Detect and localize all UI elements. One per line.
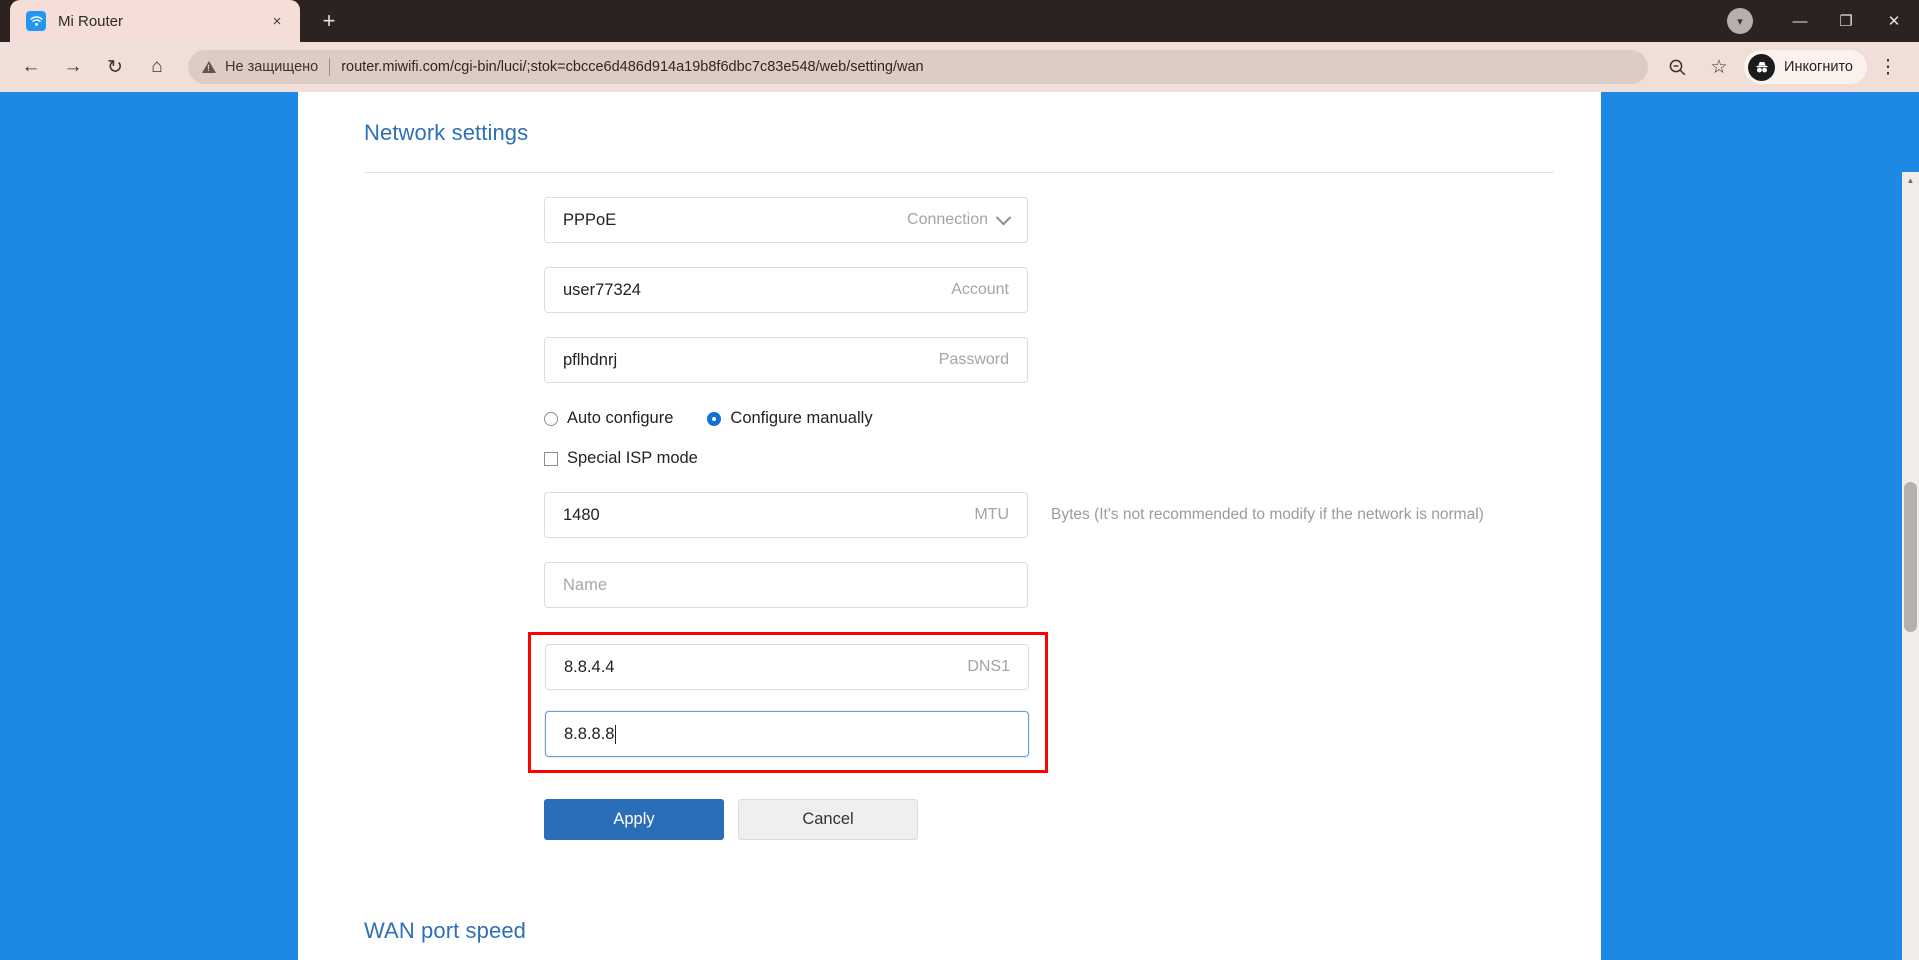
password-label: Password — [938, 351, 1009, 368]
update-available-icon[interactable]: ▾ — [1727, 8, 1753, 34]
zoom-icon[interactable] — [1660, 50, 1694, 84]
close-window-button[interactable]: ✕ — [1869, 0, 1919, 42]
section-divider — [364, 172, 1554, 173]
mtu-label: MTU — [974, 506, 1009, 523]
reload-icon[interactable]: ↻ — [98, 50, 132, 84]
radio-configure-manually[interactable]: Configure manually — [707, 409, 873, 428]
mtu-hint-text: Bytes (It's not recommended to modify if… — [1051, 506, 1484, 523]
page-content: Network settings PPPoE Connection user77… — [364, 92, 1554, 960]
password-input[interactable]: pflhdnrj Password — [544, 337, 1028, 383]
chevron-down-icon — [995, 209, 1012, 225]
browser-titlebar: Mi Router × + ▾ — ❐ ✕ — [0, 0, 1919, 42]
dns1-value: 8.8.4.4 — [564, 657, 615, 676]
not-secure-warning-icon — [202, 61, 216, 73]
radio-auto-configure-label: Auto configure — [567, 409, 674, 427]
tab-title: Mi Router — [58, 12, 124, 30]
service-name-input[interactable]: Name — [544, 562, 1028, 608]
radio-configure-manually-control[interactable] — [707, 411, 722, 426]
connection-type-select[interactable]: PPPoE Connection — [544, 197, 1028, 243]
network-settings-form: PPPoE Connection user77324 Account pflhd… — [364, 197, 1554, 840]
incognito-profile-button[interactable]: Инкогнито — [1744, 50, 1867, 84]
home-icon[interactable]: ⌂ — [140, 50, 174, 84]
minimize-button[interactable]: — — [1777, 0, 1823, 42]
form-actions: Apply Cancel — [544, 799, 1554, 840]
dns1-label: DNS1 — [967, 658, 1010, 675]
wan-port-speed-section: WAN port speed Auto (recommended) Speed — [364, 890, 1554, 960]
special-isp-mode-control[interactable] — [544, 451, 558, 466]
apply-button[interactable]: Apply — [544, 799, 724, 840]
password-value: pflhdnrj — [563, 350, 618, 369]
wifi-icon — [26, 11, 46, 31]
router-page-card: Network settings PPPoE Connection user77… — [298, 92, 1601, 960]
omnibox-divider — [329, 58, 331, 76]
dns2-input[interactable]: 8.8.8.8 — [545, 711, 1029, 757]
url-text: router.miwifi.com/cgi-bin/luci/;stok=cbc… — [341, 59, 924, 75]
scroll-up-icon[interactable]: ▲ — [1902, 172, 1919, 189]
account-input[interactable]: user77324 Account — [544, 267, 1028, 313]
text-caret — [615, 724, 617, 744]
address-bar[interactable]: Не защищено router.miwifi.com/cgi-bin/lu… — [188, 50, 1649, 84]
account-label: Account — [951, 281, 1009, 298]
dns2-value: 8.8.8.8 — [564, 724, 615, 743]
browser-menu-icon[interactable]: ⋮ — [1871, 50, 1905, 84]
mtu-value: 1480 — [563, 505, 600, 524]
scrollbar-thumb[interactable] — [1904, 482, 1917, 632]
back-icon[interactable]: ← — [14, 50, 48, 84]
browser-window: Mi Router × + ▾ — ❐ ✕ ← → ↻ ⌂ Не защищен… — [0, 0, 1919, 960]
wan-port-speed-title: WAN port speed — [364, 918, 526, 943]
cancel-button[interactable]: Cancel — [738, 799, 918, 840]
security-status-label: Не защищено — [225, 59, 319, 75]
page-scrollbar[interactable]: ▲ ▼ — [1902, 172, 1919, 960]
window-controls: ▾ — ❐ ✕ — [1727, 0, 1919, 42]
dns1-input[interactable]: 8.8.4.4 DNS1 — [545, 644, 1029, 690]
connection-type-label: Connection — [907, 209, 1012, 229]
service-name-placeholder: Name — [563, 575, 608, 594]
dns-highlight-box: 8.8.4.4 DNS1 8.8.8.8 — [528, 632, 1048, 773]
special-isp-mode-checkbox[interactable]: Special ISP mode — [544, 449, 1554, 468]
maximize-button[interactable]: ❐ — [1823, 0, 1869, 42]
forward-icon[interactable]: → — [56, 50, 90, 84]
config-mode-radio-group: Auto configure Configure manually — [544, 409, 1554, 428]
tab-close-icon[interactable]: × — [264, 8, 290, 34]
profile-name-label: Инкогнито — [1784, 59, 1853, 75]
bookmark-star-icon[interactable]: ☆ — [1702, 50, 1736, 84]
browser-toolbar: ← → ↻ ⌂ Не защищено router.miwifi.com/cg… — [0, 42, 1919, 92]
radio-configure-manually-label: Configure manually — [730, 409, 873, 427]
connection-type-value: PPPoE — [563, 210, 617, 229]
incognito-avatar-icon — [1748, 53, 1776, 81]
browser-tab[interactable]: Mi Router × — [10, 0, 300, 42]
mtu-input[interactable]: 1480 MTU Bytes (It's not recommended to … — [544, 492, 1484, 538]
radio-auto-configure-control[interactable] — [544, 411, 558, 426]
page-viewport: Network settings PPPoE Connection user77… — [0, 92, 1919, 960]
special-isp-mode-label: Special ISP mode — [567, 449, 698, 467]
account-value: user77324 — [563, 280, 641, 299]
radio-auto-configure[interactable]: Auto configure — [544, 409, 673, 428]
network-settings-section: Network settings PPPoE Connection user77… — [364, 92, 1554, 840]
connection-type-label-text: Connection — [907, 211, 988, 228]
new-tab-button[interactable]: + — [312, 4, 346, 38]
page-title: Network settings — [364, 120, 529, 145]
